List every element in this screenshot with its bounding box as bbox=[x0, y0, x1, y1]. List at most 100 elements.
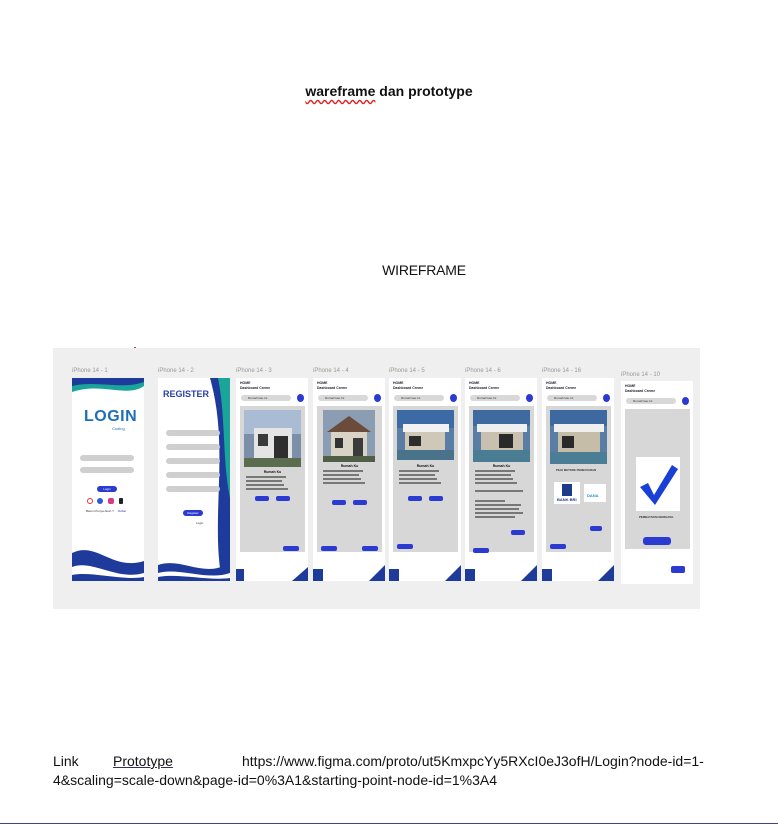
password-field[interactable] bbox=[80, 467, 134, 473]
home-label: HOME bbox=[546, 381, 557, 385]
info-line bbox=[475, 516, 515, 518]
pay-button[interactable] bbox=[511, 530, 525, 535]
facebook-icon[interactable] bbox=[97, 498, 103, 504]
frame-success: HOME Dashboard Creme Rumah kau Ini PEMBAY… bbox=[621, 381, 693, 584]
back-button[interactable] bbox=[550, 544, 566, 549]
book-button[interactable] bbox=[429, 496, 443, 501]
home-label: HOME bbox=[317, 381, 328, 385]
search-placeholder: Rumah kau Ini bbox=[554, 396, 574, 400]
card-title: Rumah Ku bbox=[263, 470, 282, 474]
document-title: wareframe dan prototype bbox=[0, 83, 778, 99]
password-field-register[interactable] bbox=[166, 472, 220, 478]
location-icon[interactable] bbox=[297, 394, 304, 402]
search-placeholder: Rumah kau Ini bbox=[401, 396, 421, 400]
dana-label: DANA bbox=[587, 493, 599, 498]
info-line bbox=[475, 490, 523, 492]
next-button[interactable] bbox=[283, 546, 299, 551]
view-button[interactable] bbox=[408, 496, 422, 501]
location-icon[interactable] bbox=[450, 394, 457, 402]
dashboard-sub: Dashboard Creme bbox=[469, 386, 500, 390]
location-icon[interactable] bbox=[374, 394, 381, 402]
back-button[interactable] bbox=[397, 544, 413, 549]
book-button[interactable] bbox=[276, 496, 290, 501]
confirm-button[interactable] bbox=[590, 526, 602, 531]
info-line bbox=[475, 504, 521, 506]
register-button[interactable]: Register bbox=[183, 510, 203, 516]
next-button[interactable] bbox=[362, 546, 378, 551]
info-line bbox=[475, 512, 523, 514]
info-line bbox=[475, 500, 505, 502]
prototype-link[interactable]: Prototype bbox=[113, 753, 173, 769]
back-button[interactable] bbox=[321, 546, 337, 551]
confirm-password-field[interactable] bbox=[166, 486, 220, 492]
info-line bbox=[323, 474, 359, 476]
url-text-line1[interactable]: https://www.figma.com/proto/ut5KmxpcYy5R… bbox=[242, 753, 704, 769]
location-icon[interactable] bbox=[603, 394, 610, 402]
bottom-wave-small bbox=[389, 565, 461, 581]
bri-logo-icon bbox=[562, 484, 572, 496]
back-to-home-button[interactable] bbox=[643, 537, 671, 545]
success-text: PEMBAYARAN BERHASIL bbox=[639, 515, 674, 519]
done-button[interactable] bbox=[671, 566, 685, 573]
bottom-wave-small bbox=[313, 565, 385, 581]
location-icon[interactable] bbox=[526, 394, 533, 402]
dashboard-sub: Dashboard Creme bbox=[317, 386, 348, 390]
search-placeholder: Rumah kau Ini bbox=[325, 396, 345, 400]
login-logo-sub: Coding bbox=[112, 426, 125, 431]
username-field[interactable] bbox=[80, 455, 134, 461]
bottom-wave-shape-register bbox=[158, 563, 230, 581]
no-account-text: Belum Punya Akun ? bbox=[86, 509, 114, 513]
tiktok-icon[interactable] bbox=[119, 498, 123, 504]
success-check-box bbox=[636, 457, 680, 511]
info-line bbox=[323, 478, 361, 480]
frame-dashboard-1: HOME Dashboard Creme Rumah kau Ini Rumah … bbox=[236, 378, 308, 581]
footer-divider bbox=[0, 823, 778, 824]
card-title: Rumah Ku bbox=[492, 464, 511, 468]
home-label: HOME bbox=[240, 381, 251, 385]
top-wave-shape bbox=[72, 378, 144, 392]
phone-field[interactable] bbox=[166, 458, 220, 464]
info-line bbox=[399, 478, 437, 480]
frame-label-3: iPhone 14 - 3 bbox=[236, 368, 272, 374]
house-photo bbox=[550, 410, 607, 464]
content-panel: Rumah Ku bbox=[393, 406, 458, 552]
dashboard-sub: Dashboard Creme bbox=[625, 389, 656, 393]
bottom-wave-shape bbox=[72, 550, 144, 581]
login-button[interactable]: Login bbox=[97, 486, 117, 492]
login-link[interactable]: Login bbox=[196, 521, 203, 525]
house-photo bbox=[397, 410, 454, 460]
register-link[interactable]: Daftar bbox=[118, 509, 126, 513]
bottom-wave-small bbox=[236, 567, 308, 581]
name-field[interactable] bbox=[166, 430, 220, 436]
content-panel: Rumah Ku bbox=[317, 406, 382, 552]
view-button[interactable] bbox=[255, 496, 269, 501]
info-line bbox=[475, 508, 519, 510]
back-button[interactable] bbox=[473, 548, 489, 553]
content-panel: Rumah Ku bbox=[240, 406, 305, 552]
dashboard-sub: Dashboard Creme bbox=[240, 386, 271, 390]
location-icon[interactable] bbox=[682, 397, 689, 405]
dashboard-sub: Dashboard Creme bbox=[393, 386, 424, 390]
bank-bri-option[interactable]: BANK BRI bbox=[554, 482, 580, 504]
content-panel: PILIH METODE PEMBAYARAN BANK BRI DANA bbox=[546, 406, 611, 552]
title-rest: dan prototype bbox=[375, 83, 473, 99]
dana-option[interactable]: DANA bbox=[584, 484, 606, 502]
frame-dashboard-2: HOME Dashboard Creme Rumah kau Ini Rumah … bbox=[313, 378, 385, 581]
frame-label-4: iPhone 14 - 4 bbox=[313, 368, 349, 374]
info-line bbox=[323, 482, 365, 484]
book-button[interactable] bbox=[353, 500, 367, 505]
dashboard-sub: Dashboard Creme bbox=[546, 386, 577, 390]
home-label: HOME bbox=[393, 381, 404, 385]
url-text-line2[interactable]: 4&scaling=scale-down&page-id=0%3A1&start… bbox=[53, 772, 497, 788]
google-icon[interactable] bbox=[87, 498, 93, 504]
frame-label-2: iPhone 14 - 2 bbox=[158, 368, 194, 374]
frame-label-6: iPhone 14 - 6 bbox=[465, 368, 501, 374]
home-label: HOME bbox=[625, 384, 636, 388]
frame-label-1: iPhone 14 - 1 bbox=[72, 368, 108, 374]
frame-detail: HOME Dashboard Creme Rumah kau Ini Rumah … bbox=[465, 378, 537, 581]
view-button[interactable] bbox=[332, 500, 346, 505]
email-field[interactable] bbox=[166, 444, 220, 450]
info-line bbox=[475, 474, 511, 476]
info-line bbox=[475, 478, 513, 480]
instagram-icon[interactable] bbox=[108, 498, 114, 504]
